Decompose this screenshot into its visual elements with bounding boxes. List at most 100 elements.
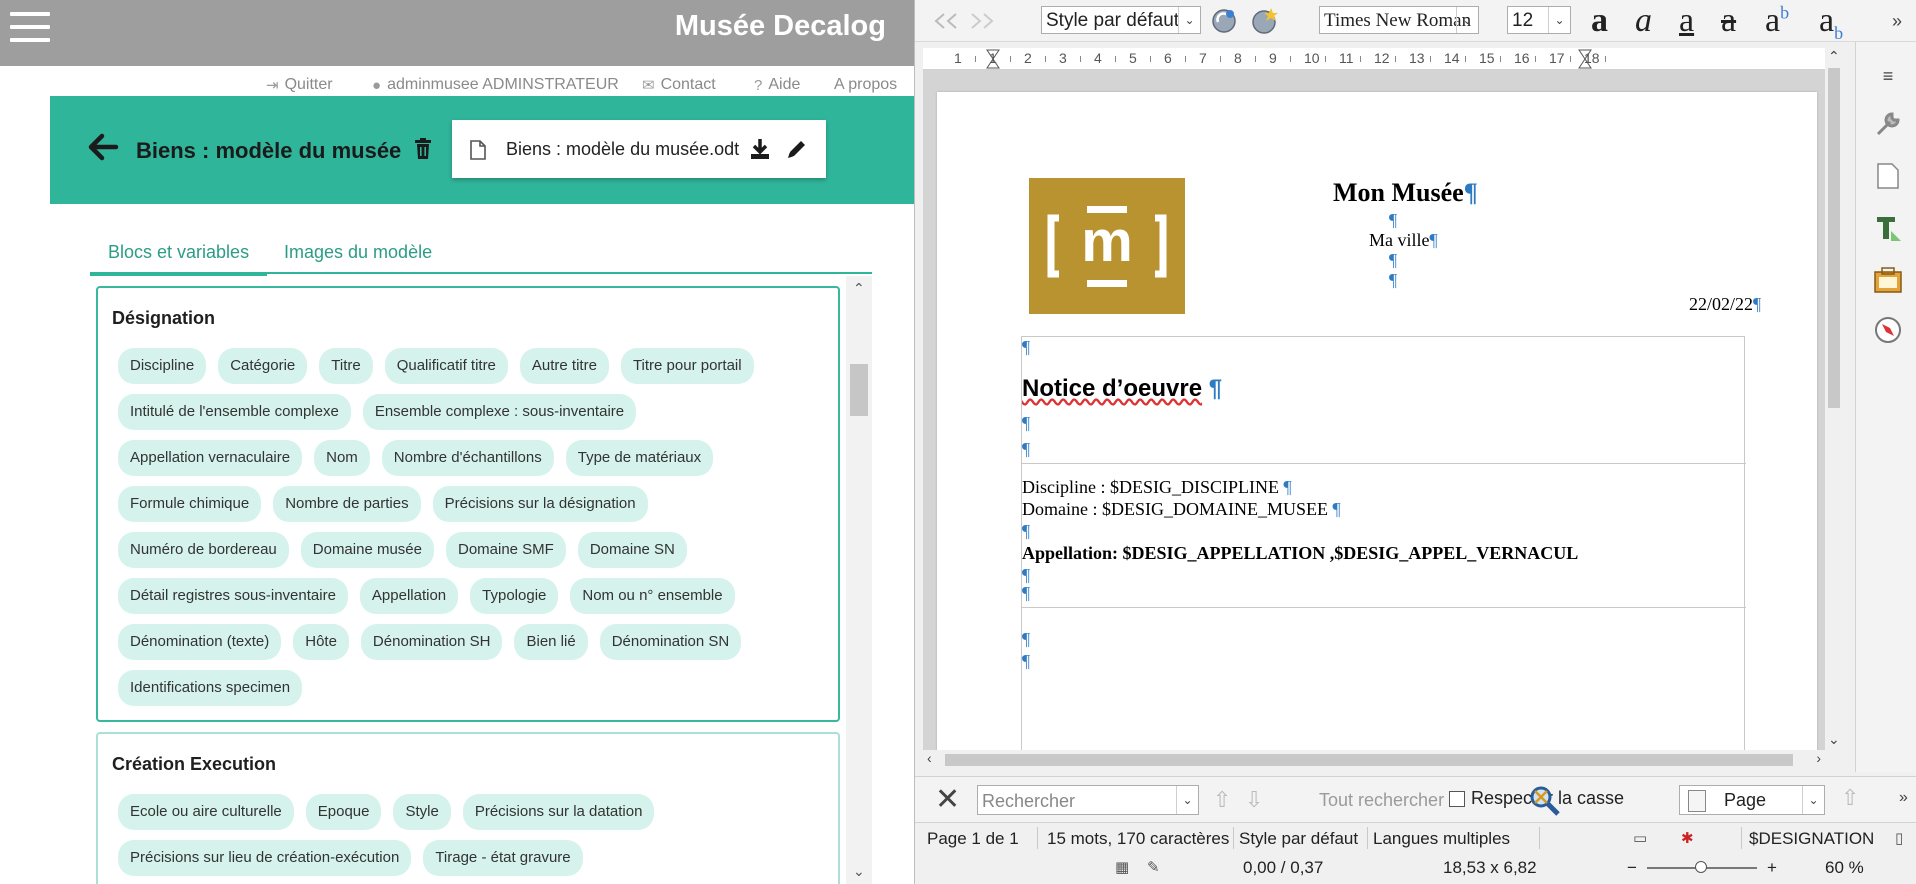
scroll-right-icon[interactable]: › xyxy=(1816,750,1821,766)
variable-chip[interactable]: Précisions sur la datation xyxy=(462,794,655,830)
variable-chip[interactable]: Dénomination SN xyxy=(599,624,742,660)
vertical-scrollbar[interactable]: ⌃ ⌄ xyxy=(1825,48,1843,750)
zoom-out-icon[interactable]: − xyxy=(1627,858,1637,878)
search-input[interactable]: Rechercher ⌄ xyxy=(977,785,1199,815)
find-previous-icon[interactable]: ⇧ xyxy=(1213,787,1231,813)
font-name-select[interactable]: Times New Roman ⌄ xyxy=(1319,6,1479,34)
find-next-icon[interactable]: ⇩ xyxy=(1245,787,1263,813)
scroll-up-icon[interactable]: ⌃ xyxy=(1828,48,1840,65)
find-all-button[interactable]: Tout rechercher xyxy=(1319,790,1444,811)
about-link[interactable]: A propos xyxy=(834,76,897,94)
variable-chip[interactable]: Qualificatif titre xyxy=(384,348,508,384)
subscript-icon[interactable]: ab xyxy=(1819,2,1843,44)
gallery-icon[interactable] xyxy=(1872,264,1904,296)
contact-link[interactable]: ✉ Contact xyxy=(642,76,716,94)
quit-link[interactable]: ⇥ Quitter xyxy=(266,76,333,94)
variable-chip[interactable]: Appellation vernaculaire xyxy=(118,440,303,476)
user-link[interactable]: ● adminmusee ADMINSTRATEUR xyxy=(372,76,619,94)
variable-chip[interactable]: Nombre d'échantillons xyxy=(381,440,554,476)
navigate-forward-icon[interactable] xyxy=(967,6,999,36)
variable-chip[interactable]: Numéro de bordereau xyxy=(118,532,289,568)
zoom-knob[interactable] xyxy=(1695,861,1707,873)
page-icon[interactable] xyxy=(1872,160,1904,192)
variable-chip[interactable]: Bien lié xyxy=(514,624,588,660)
strikethrough-icon[interactable]: a xyxy=(1721,2,1736,40)
superscript-icon[interactable]: ab xyxy=(1765,2,1789,40)
variable-chip[interactable]: Titre pour portail xyxy=(620,348,754,384)
scroll-down-icon[interactable]: ⌄ xyxy=(853,863,865,880)
variable-chip[interactable]: Nom xyxy=(314,440,370,476)
close-icon[interactable]: ✕ xyxy=(935,785,960,815)
styles-icon[interactable] xyxy=(1872,212,1904,244)
font-size-select[interactable]: 12 ⌄ xyxy=(1507,6,1571,34)
variable-chip[interactable]: Précisions sur lieu de création-exécutio… xyxy=(118,840,412,876)
current-field[interactable]: $DESIGNATION xyxy=(1749,829,1874,849)
hamburger-menu-icon[interactable] xyxy=(10,12,50,44)
paragraph-style-select[interactable]: Style par défaut ⌄ xyxy=(1041,6,1201,34)
navigator-compass-icon[interactable] xyxy=(1872,314,1904,346)
properties-wrench-icon[interactable] xyxy=(1872,108,1904,140)
variable-chip[interactable]: Style xyxy=(393,794,451,830)
variable-chip[interactable]: Précisions sur la désignation xyxy=(432,486,648,522)
navigate-back-icon[interactable] xyxy=(929,6,961,36)
toolbar-overflow-icon[interactable]: » xyxy=(1885,6,1909,36)
tab-model-images[interactable]: Images du modèle xyxy=(266,242,450,273)
sidebar-menu-icon[interactable]: ≡ xyxy=(1872,60,1904,92)
panel-scrollbar[interactable]: ⌃ ⌄ xyxy=(846,276,872,884)
scroll-thumb[interactable] xyxy=(945,754,1793,766)
zoom-slider[interactable] xyxy=(1647,861,1757,873)
variable-chip[interactable]: Hôte xyxy=(293,624,349,660)
variable-chip[interactable]: Identifications specimen xyxy=(118,670,303,706)
zoom-level[interactable]: 60 % xyxy=(1825,858,1864,878)
variable-chip[interactable]: Catégorie xyxy=(218,348,308,384)
variable-chip[interactable]: Intitulé de l'ensemble complexe xyxy=(118,394,351,430)
variable-chip[interactable]: Tirage - état gravure xyxy=(423,840,583,876)
variable-chip[interactable]: Dénomination SH xyxy=(360,624,503,660)
scroll-thumb[interactable] xyxy=(850,364,868,416)
update-style-icon[interactable] xyxy=(1207,6,1241,36)
variable-chip[interactable]: Typologie xyxy=(470,578,559,614)
variable-chip[interactable]: Ensemble complexe : sous-inventaire xyxy=(362,394,637,430)
variable-chip[interactable]: Appellation xyxy=(359,578,459,614)
trash-icon[interactable] xyxy=(414,138,432,160)
variable-chip[interactable]: Discipline xyxy=(118,348,207,384)
scroll-thumb[interactable] xyxy=(1828,68,1840,408)
new-style-icon[interactable] xyxy=(1247,6,1281,36)
help-link[interactable]: ? Aide xyxy=(754,76,800,94)
word-count[interactable]: 15 mots, 170 caractères xyxy=(1047,829,1229,849)
back-arrow-icon[interactable] xyxy=(86,130,120,164)
variable-chip[interactable]: Titre xyxy=(319,348,373,384)
variable-chip[interactable]: Type de matériaux xyxy=(565,440,714,476)
language-status[interactable]: Langues multiples xyxy=(1373,829,1510,849)
underline-icon[interactable]: a xyxy=(1679,2,1694,40)
view-layout-icon[interactable]: ▯ xyxy=(1895,829,1903,847)
download-icon[interactable] xyxy=(750,138,770,160)
variable-chip[interactable]: Détail registres sous-inventaire xyxy=(118,578,348,614)
variable-chip[interactable]: Domaine musée xyxy=(300,532,434,568)
variable-chip[interactable]: Nombre de parties xyxy=(273,486,421,522)
horizontal-scrollbar[interactable]: ‹ › xyxy=(923,750,1825,770)
variable-chip[interactable]: Autre titre xyxy=(519,348,609,384)
find-previous-element-icon[interactable]: ⇧ xyxy=(1841,785,1859,811)
search-scope-select[interactable]: Page ⌄ xyxy=(1679,785,1825,815)
horizontal-ruler[interactable]: 1 1 2 3 4 5 6 7 8 9 10 11 12 13 14 15 16 17 18 xyxy=(923,48,1827,70)
italic-icon[interactable]: a xyxy=(1635,2,1652,40)
variable-chip[interactable]: Nom ou n° ensemble xyxy=(570,578,735,614)
document-page[interactable]: m Mon Musée¶ ¶ Ma ville¶ ¶ ¶ 22/02/22¶ ¶… xyxy=(937,92,1817,750)
page-style[interactable]: Style par défaut xyxy=(1239,829,1358,849)
checkbox-box[interactable] xyxy=(1449,790,1465,807)
page-count[interactable]: Page 1 de 1 xyxy=(927,829,1019,849)
find-replace-icon[interactable] xyxy=(1527,783,1561,822)
selection-mode-icon[interactable]: ▭ xyxy=(1633,829,1647,847)
scroll-up-icon[interactable]: ⌃ xyxy=(853,280,865,297)
variable-chip[interactable]: Domaine SMF xyxy=(445,532,566,568)
bold-icon[interactable]: a xyxy=(1591,2,1608,40)
document-modified-icon[interactable]: ✱ xyxy=(1681,829,1694,847)
variable-chip[interactable]: Formule chimique xyxy=(118,486,262,522)
variable-chip[interactable]: Domaine SN xyxy=(577,532,687,568)
variable-chip[interactable]: Dénomination (texte) xyxy=(118,624,282,660)
zoom-in-icon[interactable]: + xyxy=(1767,858,1777,878)
toolbar-overflow-icon[interactable]: » xyxy=(1899,789,1908,807)
scroll-down-icon[interactable]: ⌄ xyxy=(1828,731,1840,748)
variable-chip[interactable]: Epoque xyxy=(305,794,382,830)
